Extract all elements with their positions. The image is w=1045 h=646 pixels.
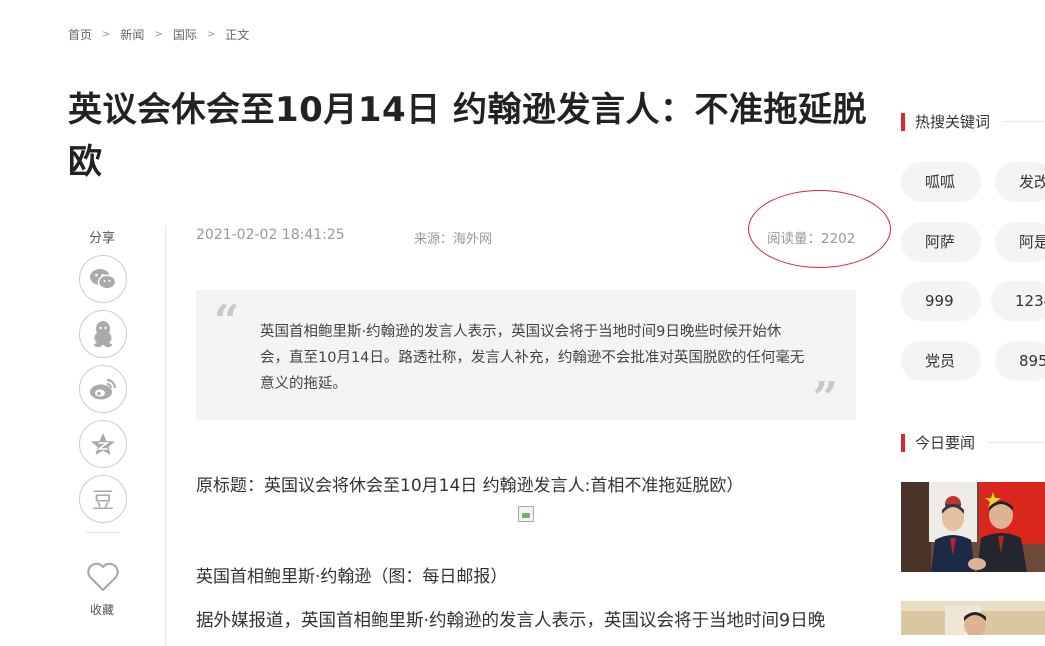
original-title: 原标题：英国议会将休会至10月14日 约翰逊发言人:首相不准拖延脱欧） [196,476,744,496]
keyword-chip[interactable]: 阿萨 [901,222,981,262]
wechat-icon [90,269,117,290]
keyword-chip[interactable]: 发改 [995,162,1045,202]
share-wechat-button[interactable] [79,255,127,303]
quote-open-icon: “ [214,296,240,347]
news-photo-image [901,601,1045,635]
article-paragraph: 据外媒报道，英国首相鲍里斯·约翰逊的发言人表示，英国议会将于当地时间9日晚 [196,611,826,631]
today-news-title: 今日要闻 [915,434,976,452]
breadcrumb-home[interactable]: 首页 [68,26,92,43]
heart-icon [87,562,119,592]
heading-accent-bar [901,433,905,452]
article-summary: “ 英国首相鲍里斯·约翰逊的发言人表示，英国议会将于当地时间9日晚些时候开始休会… [196,290,856,424]
share-weibo-button[interactable] [79,365,127,413]
share-qzone-button[interactable] [79,420,127,468]
keyword-chip[interactable]: 999 [901,281,981,321]
news-thumbnail[interactable] [901,482,1045,572]
breadcrumb-current: 正文 [225,28,250,42]
qzone-star-icon [91,433,115,455]
publish-datetime: 2021-02-02 18:41:25 [196,227,345,243]
share-label: 分享 [89,231,116,246]
image-caption: 英国首相鲍里斯·约翰逊（图：每日邮报） [196,567,508,587]
summary-text: 英国首相鲍里斯·约翰逊的发言人表示，英国议会将于当地时间9日晚些时候开始休会，直… [260,324,805,392]
article-source: 来源：海外网 [414,232,493,247]
weibo-icon [90,378,117,400]
news-thumbnail[interactable] [901,601,1045,635]
broken-image-icon [518,506,534,522]
breadcrumb: 首页 > 新闻 > 国际 > 正文 [68,26,249,43]
douban-icon: 豆 [91,489,114,514]
keyword-chip[interactable]: 阿是 [995,222,1045,262]
breadcrumb-international[interactable]: 国际 [173,26,197,43]
share-qq-button[interactable] [79,310,127,358]
keyword-chip[interactable]: 1234 [991,281,1045,321]
breadcrumb-separator: > [206,29,216,40]
column-divider [165,226,166,646]
hot-keywords-title: 热搜关键词 [915,113,991,131]
favorite-label: 收藏 [90,603,115,617]
breadcrumb-news[interactable]: 新闻 [120,26,144,43]
keyword-chip[interactable]: 呱呱 [901,162,981,202]
share-divider [86,532,120,533]
share-douban-button[interactable]: 豆 [79,475,127,523]
keyword-chip[interactable]: 党员 [901,341,981,381]
hot-keywords-heading: 热搜关键词 [901,111,990,132]
today-news-heading: 今日要闻 [901,432,975,453]
heading-divider [1002,121,1045,122]
qq-icon [94,321,112,347]
heading-divider [988,442,1045,443]
quote-close-icon: ” [812,373,838,424]
keyword-chip[interactable]: 895 [995,341,1045,381]
news-photo-image [901,482,1045,572]
favorite-button[interactable] [86,562,120,596]
breadcrumb-separator: > [154,29,163,40]
article-title: 英议会休会至10月14日 约翰逊发言人：不准拖延脱欧 [68,90,867,182]
read-count-highlight-circle [748,190,891,268]
breadcrumb-separator: > [102,29,111,40]
heading-accent-bar [901,112,905,131]
